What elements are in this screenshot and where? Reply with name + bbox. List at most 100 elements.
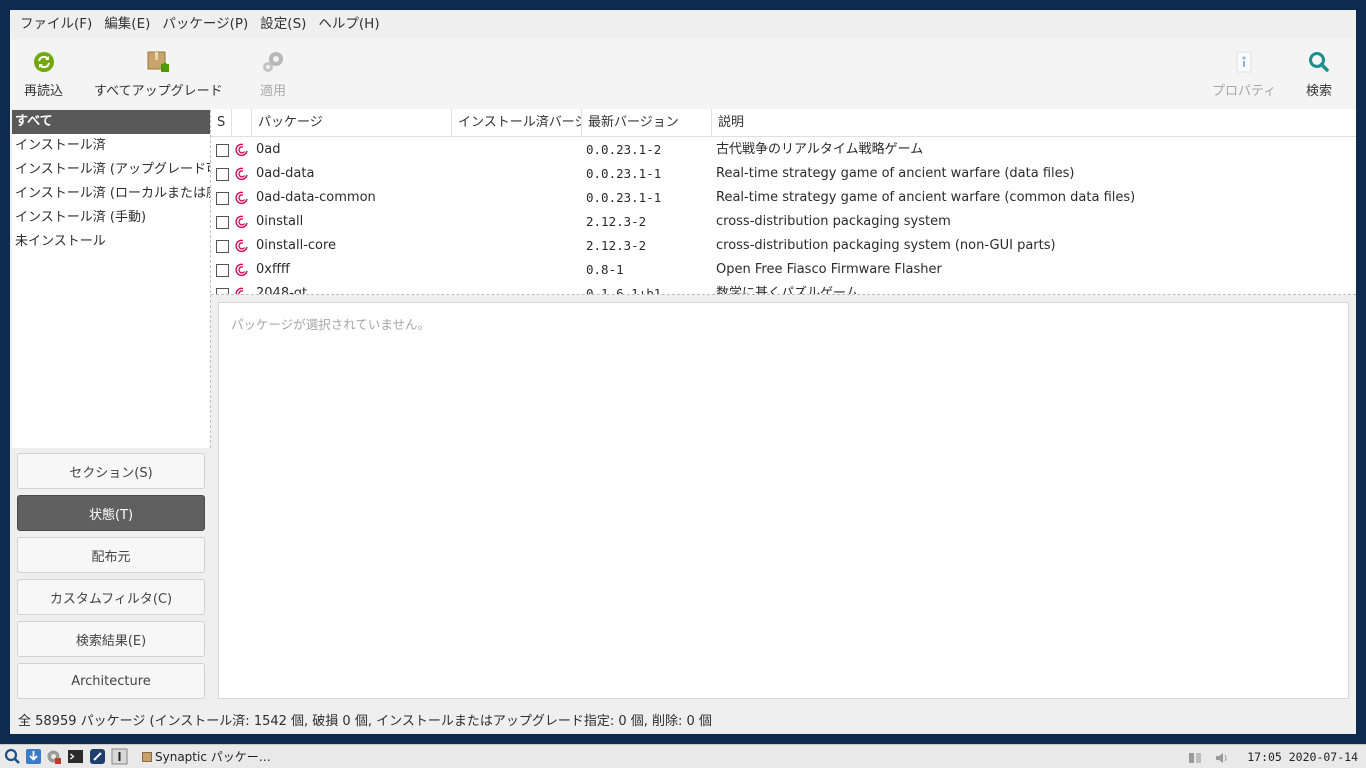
package-checkbox[interactable] xyxy=(216,240,229,253)
network-icon[interactable] xyxy=(1187,751,1203,765)
menu-package[interactable]: パッケージ(P) xyxy=(156,10,254,39)
apply-label: 適用 xyxy=(260,84,287,99)
latest-version: 0.0.23.1-2 xyxy=(586,142,662,157)
package-checkbox[interactable] xyxy=(216,216,229,229)
package-name: 0install-core xyxy=(256,238,337,253)
filter-item-not-installed[interactable]: 未インストール xyxy=(12,230,210,254)
filter-item-local-obsolete[interactable]: インストール済 (ローカルまたは廃止) xyxy=(12,182,210,206)
volume-icon[interactable] xyxy=(1214,751,1230,765)
package-description: 古代戦争のリアルタイム戦略ゲーム xyxy=(716,142,924,157)
installed-version xyxy=(456,186,582,210)
debian-icon xyxy=(235,287,244,294)
package-upgrade-icon xyxy=(145,49,171,75)
menu-file[interactable]: ファイル(F) xyxy=(14,10,98,39)
package-list-header: S パッケージ インストール済バージョン 最新バージョン 説明 xyxy=(211,109,1356,137)
package-name: 0ad-data xyxy=(256,166,315,181)
package-description: Real-time strategy game of ancient warfa… xyxy=(716,166,1075,181)
package-name: 0install xyxy=(256,214,304,229)
package-row[interactable]: 0xffff 0.8-1 Open Free Fiasco Firmware F… xyxy=(211,258,1356,282)
reload-button[interactable]: 再読込 xyxy=(24,39,63,109)
apply-button[interactable]: 適用 xyxy=(260,39,286,109)
package-checkbox[interactable] xyxy=(216,144,229,157)
debian-icon xyxy=(235,191,248,205)
info-icon xyxy=(1231,49,1257,75)
package-row[interactable]: 0ad 0.0.23.1-2 古代戦争のリアルタイム戦略ゲーム xyxy=(211,138,1356,162)
filter-item-upgradable[interactable]: インストール済 (アップグレード可) xyxy=(12,158,210,182)
menu-bar: ファイル(F) 編集(E) パッケージ(P) 設定(S) ヘルプ(H) xyxy=(10,10,1356,39)
synaptic-app-icon xyxy=(142,752,152,762)
filter-item-all[interactable]: すべて xyxy=(12,110,210,134)
menu-help[interactable]: ヘルプ(H) xyxy=(312,10,385,39)
sections-button[interactable]: セクション(S) xyxy=(17,453,205,489)
installed-version xyxy=(456,234,582,258)
architecture-button[interactable]: Architecture xyxy=(17,663,205,699)
search-label: 検索 xyxy=(1306,84,1333,99)
package-description: Open Free Fiasco Firmware Flasher xyxy=(716,262,942,277)
custom-filter-button[interactable]: カスタムフィルタ(C) xyxy=(17,579,205,615)
column-installed-version[interactable]: インストール済バージョン xyxy=(452,109,582,137)
package-row[interactable]: 0ad-data-common 0.0.23.1-1 Real-time str… xyxy=(211,186,1356,210)
upgrade-all-button[interactable]: すべてアップグレード xyxy=(94,39,223,109)
installed-version xyxy=(456,210,582,234)
latest-version: 0.1.6-1+b1 xyxy=(586,286,662,295)
terminal-icon[interactable] xyxy=(67,748,84,765)
filter-item-installed[interactable]: インストール済 xyxy=(12,134,210,158)
package-name: 0ad-data-common xyxy=(256,190,376,205)
search-results-button[interactable]: 検索結果(E) xyxy=(17,621,205,657)
synaptic-window: ファイル(F) 編集(E) パッケージ(P) 設定(S) ヘルプ(H) 再読込 xyxy=(10,10,1356,734)
origin-button[interactable]: 配布元 xyxy=(17,537,205,573)
no-package-selected-text: パッケージが選択されていません。 xyxy=(231,317,431,332)
taskbar-synaptic-task[interactable]: Synaptic パッケー… xyxy=(139,745,271,768)
package-description: Real-time strategy game of ancient warfa… xyxy=(716,190,1136,205)
package-row[interactable]: 0ad-data 0.0.23.1-1 Real-time strategy g… xyxy=(211,162,1356,186)
package-row[interactable]: 0install-core 2.12.3-2 cross-distributio… xyxy=(211,234,1356,258)
reload-label: 再読込 xyxy=(24,84,64,99)
search-icon[interactable] xyxy=(4,748,21,765)
package-list: S パッケージ インストール済バージョン 最新バージョン 説明 0ad 0.0.… xyxy=(211,109,1356,295)
latest-version: 0.8-1 xyxy=(586,262,624,277)
installed-version xyxy=(456,282,582,294)
package-name: 0ad xyxy=(256,142,281,157)
clock[interactable]: 17:05 2020-07-14 xyxy=(1247,750,1358,764)
package-checkbox[interactable] xyxy=(216,192,229,205)
package-row[interactable]: 2048-qt 0.1.6-1+b1 数学に基くパズルゲーム xyxy=(211,282,1356,295)
properties-button[interactable]: プロパティ xyxy=(1212,39,1276,109)
latest-version: 0.0.23.1-1 xyxy=(586,190,662,205)
package-row[interactable]: 0install 2.12.3-2 cross-distribution pac… xyxy=(211,210,1356,234)
menu-settings[interactable]: 設定(S) xyxy=(254,10,312,39)
gears-icon xyxy=(260,49,286,75)
column-icon[interactable] xyxy=(232,109,252,137)
package-checkbox[interactable] xyxy=(216,168,229,181)
latest-version: 2.12.3-2 xyxy=(586,238,647,253)
search-button[interactable]: 検索 xyxy=(1306,39,1332,109)
filter-item-manual[interactable]: インストール済 (手動) xyxy=(12,206,210,230)
menu-edit[interactable]: 編集(E) xyxy=(98,10,156,39)
package-name: 2048-qt xyxy=(256,286,308,295)
column-description[interactable]: 説明 xyxy=(712,109,1356,137)
toolbar: 再読込 すべてアップグレード 適用 プロパティ 検索 xyxy=(10,39,1356,109)
column-package[interactable]: パッケージ xyxy=(252,109,452,137)
column-latest-version[interactable]: 最新バージョン xyxy=(582,109,712,137)
debian-icon xyxy=(235,239,248,253)
package-detail-pane: パッケージが選択されていません。 xyxy=(218,302,1349,699)
latest-version: 2.12.3-2 xyxy=(586,214,647,229)
latest-version: 0.0.23.1-1 xyxy=(586,166,662,181)
package-description: cross-distribution packaging system (non… xyxy=(716,238,1056,253)
column-status[interactable]: S xyxy=(211,109,232,137)
package-checkbox[interactable] xyxy=(216,288,229,294)
package-checkbox[interactable] xyxy=(216,264,229,277)
debian-icon xyxy=(235,143,248,157)
status-button[interactable]: 状態(T) xyxy=(17,495,205,531)
debian-icon xyxy=(235,167,248,181)
properties-label: プロパティ xyxy=(1212,84,1277,99)
download-icon[interactable] xyxy=(25,748,42,765)
settings-icon[interactable] xyxy=(45,748,62,765)
browser-icon[interactable] xyxy=(89,748,106,765)
package-description: cross-distribution packaging system xyxy=(716,214,951,229)
system-tray: 17:05 2020-07-14 xyxy=(1187,745,1358,768)
installed-version xyxy=(456,138,582,162)
installed-version xyxy=(456,162,582,186)
show-desktop-icon[interactable] xyxy=(111,748,128,765)
debian-icon xyxy=(235,263,248,277)
package-description: 数学に基くパズルゲーム xyxy=(716,286,859,295)
